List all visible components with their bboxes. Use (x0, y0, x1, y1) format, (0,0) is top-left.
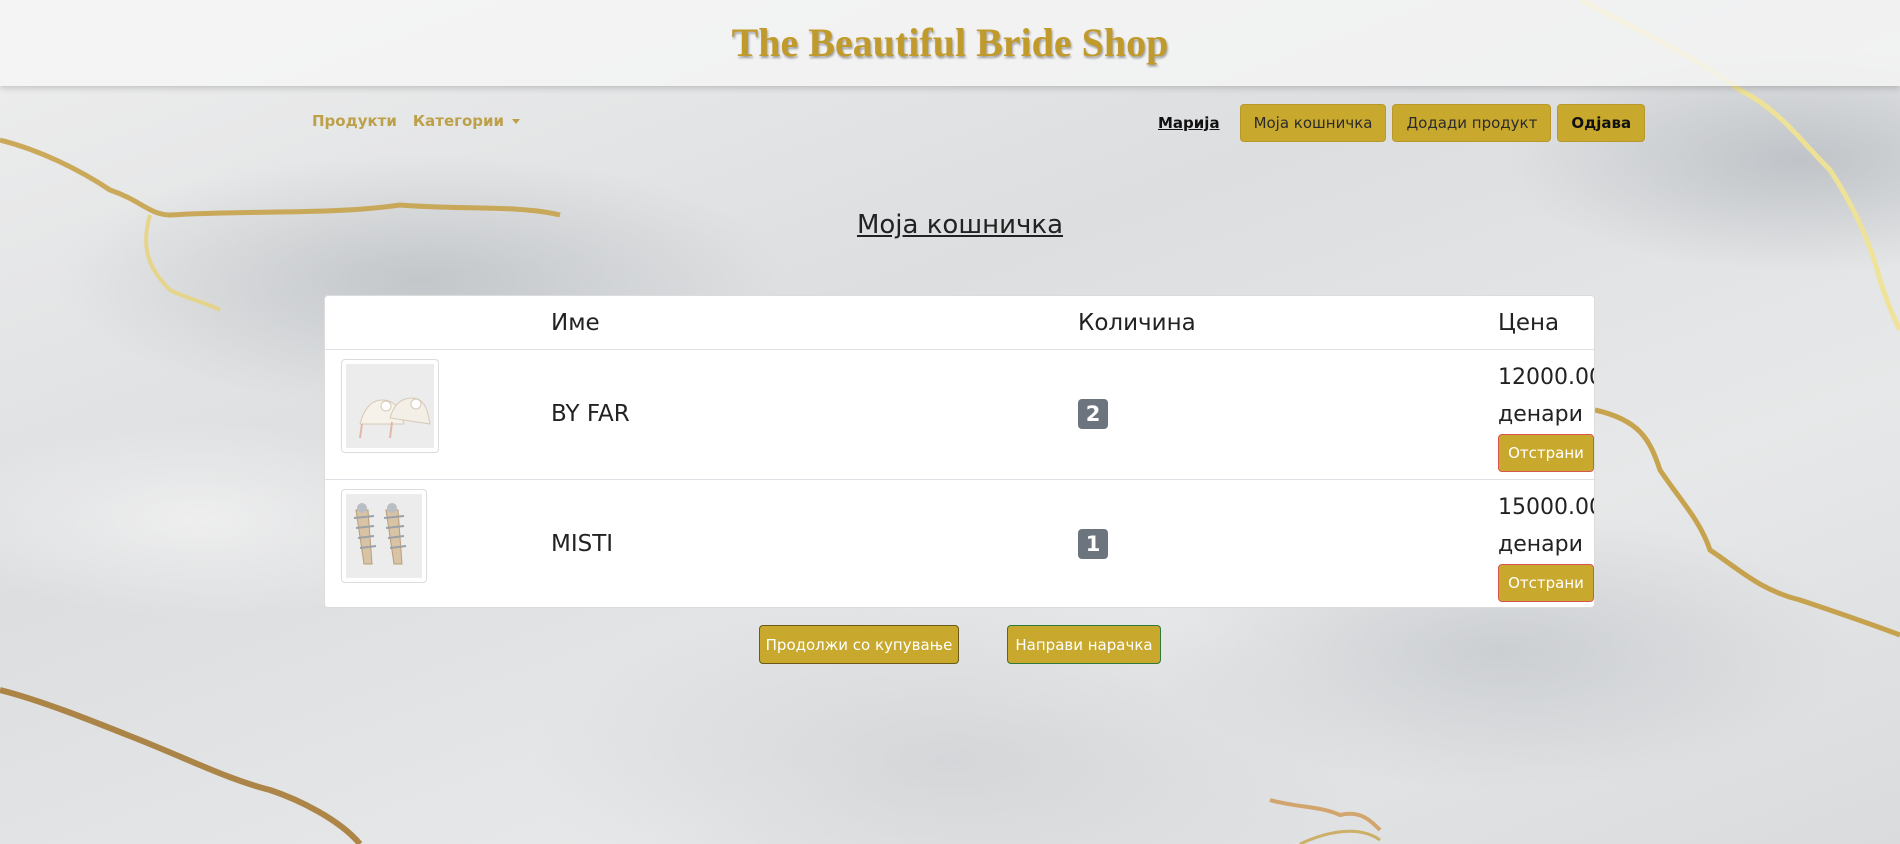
column-header-quantity: Количина (1078, 310, 1196, 336)
site-title[interactable]: The Beautiful Bride Shop (732, 19, 1169, 66)
price-amount: 15000.00 (1498, 495, 1595, 520)
nav-categories-label: Категории (412, 112, 505, 130)
product-price: 15000.00 денари (1498, 489, 1595, 563)
price-amount: 12000.00 (1498, 365, 1595, 390)
column-header-price: Цена (1498, 310, 1560, 336)
price-currency: денари (1498, 402, 1583, 427)
my-cart-button[interactable]: Моја кошничка (1239, 104, 1387, 142)
add-product-button[interactable]: Додади продукт (1392, 104, 1552, 142)
chevron-down-icon (512, 119, 521, 124)
nav-categories-dropdown[interactable]: Категории (412, 112, 521, 130)
column-header-name: Име (551, 310, 600, 336)
strappy-heel-sandal-icon (346, 494, 422, 578)
main-nav: Продукти Категории (312, 112, 521, 130)
user-profile-link[interactable]: Марија (1158, 114, 1220, 132)
product-image[interactable] (341, 489, 427, 583)
continue-shopping-button[interactable]: Продолжи со купување (759, 625, 959, 664)
product-image[interactable] (341, 359, 439, 453)
user-nav: Марија Моја кошничка Додади продукт Одја… (1158, 104, 1646, 142)
quantity-badge: 1 (1078, 529, 1108, 559)
heeled-mule-sandal-icon (346, 364, 434, 448)
site-header: The Beautiful Bride Shop (0, 0, 1900, 86)
page-title: Моја кошничка (0, 210, 1900, 240)
table-row: MISTI 1 15000.00 денари Отстрани (325, 479, 1595, 607)
nav-products-link[interactable]: Продукти (312, 112, 397, 130)
cart-table: Име Количина Цена BY FAR 2 12000.00 дена… (324, 295, 1595, 608)
page-title-text: Моја кошничка (856, 210, 1064, 240)
logout-button[interactable]: Одјава (1557, 104, 1646, 142)
product-name: MISTI (551, 531, 614, 557)
remove-button[interactable]: Отстрани (1498, 564, 1594, 602)
product-name: BY FAR (551, 401, 630, 427)
product-price: 12000.00 денари (1498, 359, 1595, 433)
remove-button[interactable]: Отстрани (1498, 434, 1594, 472)
price-currency: денари (1498, 532, 1583, 557)
table-row: BY FAR 2 12000.00 денари Отстрани (325, 349, 1594, 479)
place-order-button[interactable]: Направи нарачка (1007, 625, 1161, 664)
quantity-badge: 2 (1078, 399, 1108, 429)
